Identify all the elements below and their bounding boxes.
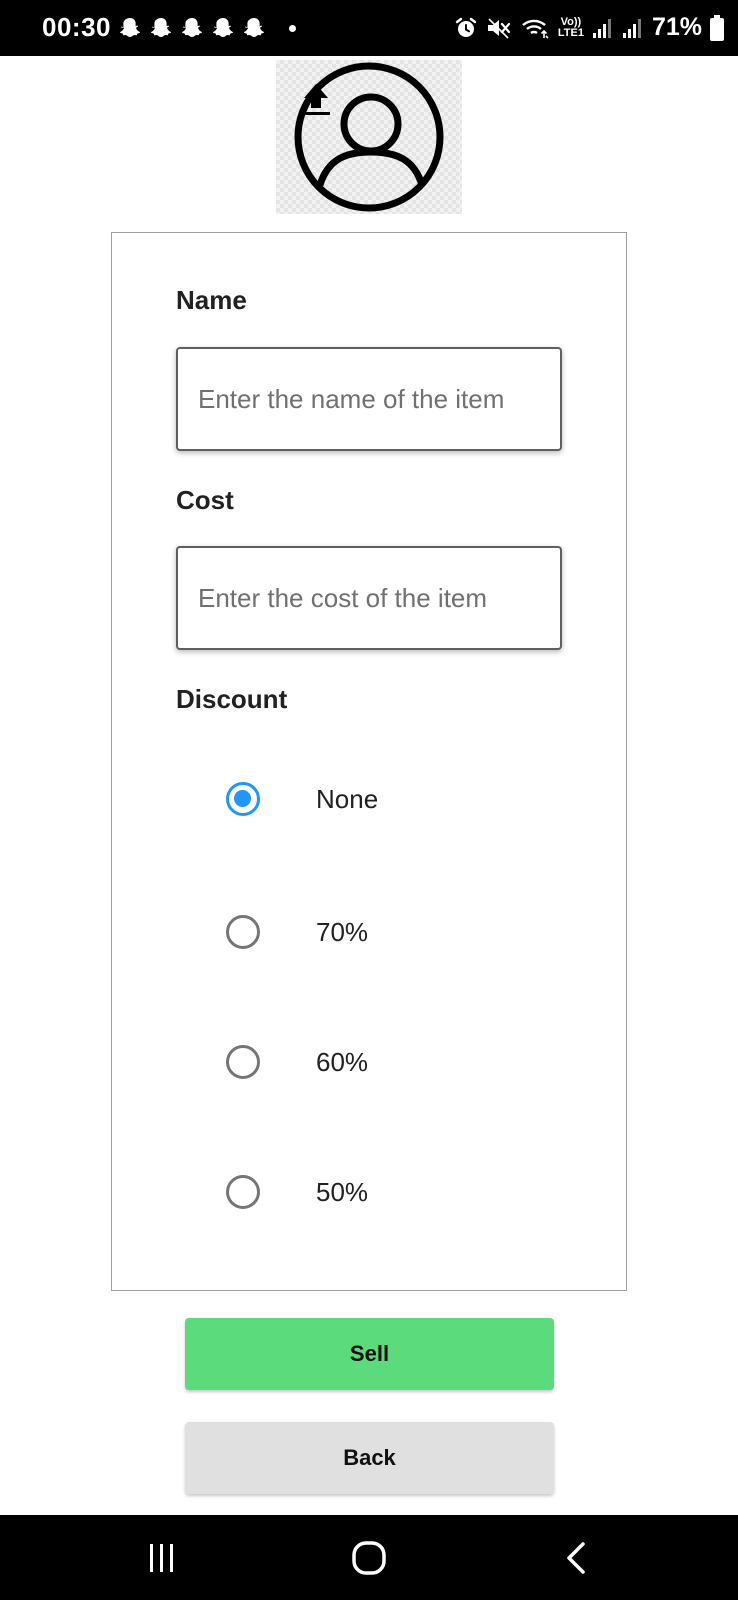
back-icon (567, 1541, 585, 1574)
alarm-icon (455, 17, 477, 37)
battery-icon (710, 14, 724, 41)
snapchat-icon (243, 18, 265, 37)
radio-button[interactable] (226, 915, 260, 949)
home-icon (352, 1540, 386, 1575)
back-button[interactable]: Back (185, 1422, 554, 1494)
radio-button-selected[interactable] (226, 782, 260, 816)
cost-input[interactable] (176, 546, 562, 650)
wifi-icon (522, 19, 549, 39)
radio-button[interactable] (226, 1175, 260, 1209)
discount-option-none[interactable]: None (226, 769, 526, 829)
discount-option-label: 70% (316, 916, 369, 947)
discount-label: Discount (176, 684, 288, 714)
name-input[interactable] (176, 347, 562, 451)
snapchat-icon (119, 18, 141, 37)
item-form: Name Cost Discount None 70% 60% 50% (111, 232, 627, 1291)
battery-percentage: 71% (651, 13, 702, 41)
discount-option-50[interactable]: 50% (226, 1162, 526, 1222)
snapchat-icon (212, 18, 234, 37)
mute-icon (487, 17, 510, 39)
notification-icons (118, 16, 266, 40)
status-time: 00:30 (42, 12, 111, 42)
navigation-bar (0, 1515, 738, 1600)
home-button[interactable] (309, 1515, 429, 1600)
discount-option-label: 50% (316, 1176, 369, 1207)
signal-icon (592, 18, 611, 38)
sell-button[interactable]: Sell (185, 1318, 554, 1390)
discount-option-60[interactable]: 60% (226, 1032, 526, 1092)
system-icons: Vo)) LTE1 71% (454, 13, 724, 42)
more-notifications-dot (289, 25, 296, 32)
radio-button[interactable] (226, 1045, 260, 1079)
recents-button[interactable] (102, 1515, 222, 1600)
signal-icon (622, 18, 641, 38)
avatar-picker[interactable] (276, 60, 462, 214)
snapchat-icon (181, 18, 203, 37)
discount-option-70[interactable]: 70% (226, 902, 526, 962)
volte-bottom: LTE1 (557, 26, 584, 39)
name-label: Name (176, 285, 247, 315)
cost-label: Cost (176, 485, 234, 515)
nav-back-button[interactable] (516, 1515, 636, 1600)
status-bar: 00:30 Vo)) LTE1 71% (0, 0, 738, 56)
discount-option-label: None (316, 783, 379, 814)
snapchat-icon (150, 18, 172, 37)
recents-icon (150, 1543, 173, 1572)
user-avatar-icon (294, 62, 444, 212)
discount-option-label: 60% (316, 1046, 369, 1077)
volte-indicator: Vo)) LTE1 (557, 16, 584, 39)
